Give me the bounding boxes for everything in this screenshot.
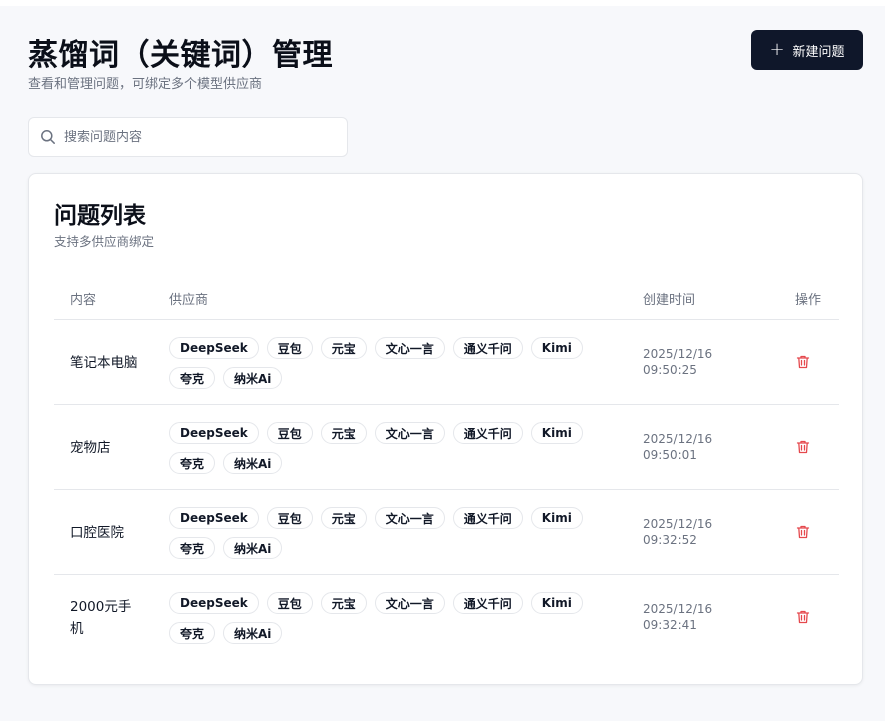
question-content: 宠物店 <box>70 439 111 456</box>
question-content: 2000元手机 <box>70 598 132 637</box>
created-clock: 09:50:25 <box>643 363 697 377</box>
table-row: 笔记本电脑 DeepSeek 豆包 元宝 文心一言 通义千问 Kimi 夸克 纳… <box>54 320 839 405</box>
provider-badge: 夸克 <box>169 622 216 644</box>
provider-badge: 豆包 <box>266 337 313 359</box>
question-content: 笔记本电脑 <box>70 354 138 371</box>
provider-badge: 文心一言 <box>374 337 445 359</box>
created-date: 2025/12/16 <box>643 517 713 531</box>
provider-badge: 通义千问 <box>452 337 523 359</box>
provider-badge: 元宝 <box>320 507 367 529</box>
delete-button[interactable] <box>793 607 813 627</box>
search-icon <box>40 129 56 145</box>
created-time: 2025/12/16 09:32:52 <box>643 516 712 548</box>
table-header: 内容 供应商 创建时间 操作 <box>54 275 839 320</box>
provider-list: DeepSeek 豆包 元宝 文心一言 通义千问 Kimi 夸克 纳米Ai <box>169 422 589 474</box>
new-question-label: 新建问题 <box>792 44 845 60</box>
question-list-card: 问题列表 支持多供应商绑定 内容 供应商 创建时间 操作 笔记本电脑 DeepS… <box>28 173 863 685</box>
provider-badge: 夸克 <box>169 367 216 389</box>
table-row: 口腔医院 DeepSeek 豆包 元宝 文心一言 通义千问 Kimi 夸克 纳米… <box>54 490 839 575</box>
provider-list: DeepSeek 豆包 元宝 文心一言 通义千问 Kimi 夸克 纳米Ai <box>169 507 589 559</box>
page: 蒸馏词（关键词）管理 查看和管理问题，可绑定多个模型供应商 + 新建问题 问题列… <box>0 0 885 721</box>
top-strip <box>0 0 885 6</box>
card-title: 问题列表 <box>54 203 146 229</box>
provider-badge: DeepSeek <box>169 592 259 614</box>
created-date: 2025/12/16 <box>643 347 713 361</box>
provider-badge: 夸克 <box>169 452 216 474</box>
provider-badge: 通义千问 <box>452 507 523 529</box>
new-question-button[interactable]: + 新建问题 <box>751 30 863 70</box>
provider-badge: 纳米Ai <box>223 452 283 474</box>
provider-badge: 豆包 <box>266 422 313 444</box>
header-provider: 供应商 <box>169 293 209 308</box>
provider-badge: 通义千问 <box>452 592 523 614</box>
header-created: 创建时间 <box>643 293 696 308</box>
created-clock: 09:50:01 <box>643 448 697 462</box>
created-time: 2025/12/16 09:50:25 <box>643 346 712 378</box>
delete-button[interactable] <box>793 437 813 457</box>
created-time: 2025/12/16 09:50:01 <box>643 431 712 463</box>
provider-list: DeepSeek 豆包 元宝 文心一言 通义千问 Kimi 夸克 纳米Ai <box>169 592 589 644</box>
provider-badge: 纳米Ai <box>223 537 283 559</box>
trash-icon <box>796 525 810 539</box>
created-date: 2025/12/16 <box>643 432 713 446</box>
delete-button[interactable] <box>793 352 813 372</box>
card-subtitle: 支持多供应商绑定 <box>54 234 155 249</box>
trash-icon <box>796 610 810 624</box>
provider-badge: 元宝 <box>320 592 367 614</box>
provider-list: DeepSeek 豆包 元宝 文心一言 通义千问 Kimi 夸克 纳米Ai <box>169 337 589 389</box>
header-actions: 操作 <box>795 293 822 308</box>
table-row: 2000元手机 DeepSeek 豆包 元宝 文心一言 通义千问 Kimi 夸克… <box>54 575 839 660</box>
provider-badge: Kimi <box>530 422 583 444</box>
page-subtitle: 查看和管理问题，可绑定多个模型供应商 <box>28 77 263 92</box>
provider-badge: 纳米Ai <box>223 622 283 644</box>
created-clock: 09:32:52 <box>643 533 697 547</box>
search-box[interactable] <box>28 117 348 157</box>
provider-badge: 文心一言 <box>374 507 445 529</box>
created-clock: 09:32:41 <box>643 618 697 632</box>
provider-badge: 文心一言 <box>374 422 445 444</box>
provider-badge: 夸克 <box>169 537 216 559</box>
question-content: 口腔医院 <box>70 524 124 541</box>
provider-badge: DeepSeek <box>169 507 259 529</box>
provider-badge: 元宝 <box>320 337 367 359</box>
provider-badge: DeepSeek <box>169 337 259 359</box>
plus-icon: + <box>769 39 785 60</box>
search-input[interactable] <box>64 129 324 145</box>
trash-icon <box>796 355 810 369</box>
provider-badge: 纳米Ai <box>223 367 283 389</box>
provider-badge: 通义千问 <box>452 422 523 444</box>
question-table: 内容 供应商 创建时间 操作 笔记本电脑 DeepSeek 豆包 元宝 文心一言… <box>54 275 839 660</box>
created-time: 2025/12/16 09:32:41 <box>643 601 712 633</box>
created-date: 2025/12/16 <box>643 602 713 616</box>
provider-badge: 文心一言 <box>374 592 445 614</box>
trash-icon <box>796 440 810 454</box>
provider-badge: 豆包 <box>266 592 313 614</box>
provider-badge: 豆包 <box>266 507 313 529</box>
provider-badge: Kimi <box>530 337 583 359</box>
table-row: 宠物店 DeepSeek 豆包 元宝 文心一言 通义千问 Kimi 夸克 纳米A… <box>54 405 839 490</box>
provider-badge: 元宝 <box>320 422 367 444</box>
provider-badge: DeepSeek <box>169 422 259 444</box>
page-title: 蒸馏词（关键词）管理 <box>28 38 333 73</box>
delete-button[interactable] <box>793 522 813 542</box>
provider-badge: Kimi <box>530 507 583 529</box>
header-content: 内容 <box>70 293 97 308</box>
provider-badge: Kimi <box>530 592 583 614</box>
